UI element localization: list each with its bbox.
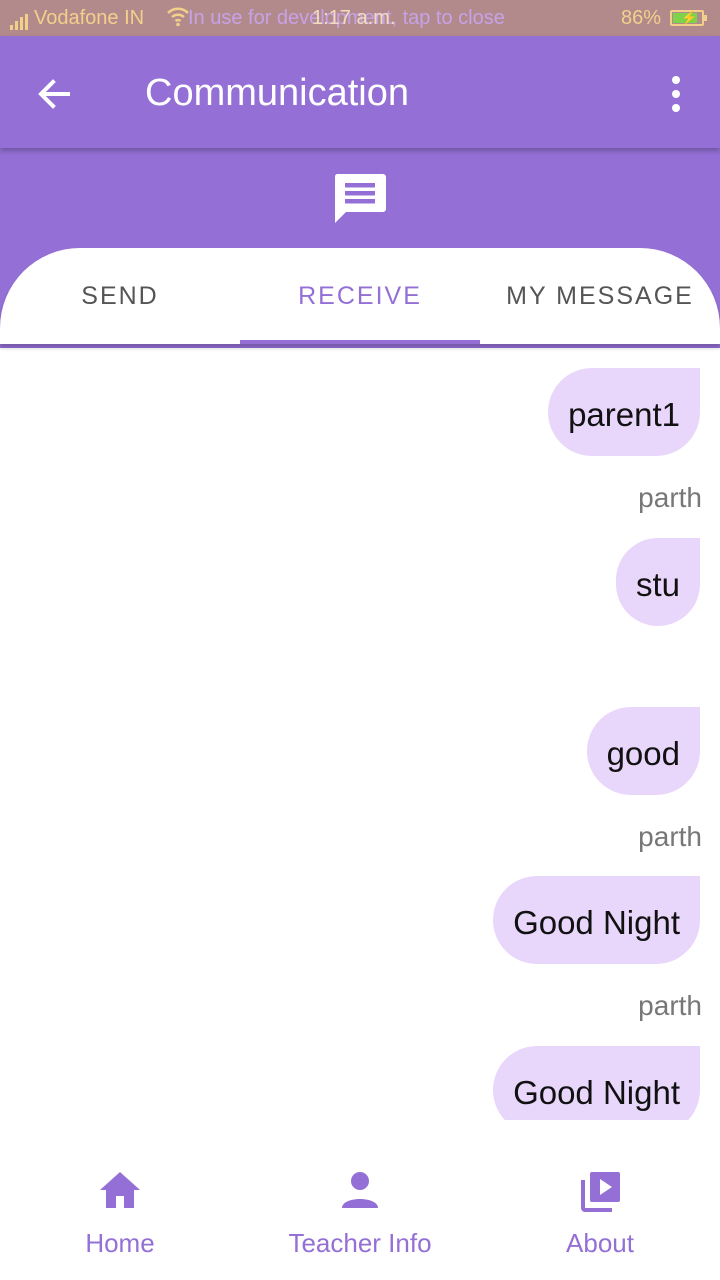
carrier-info: Vodafone IN: [10, 7, 144, 30]
home-icon: [100, 1172, 140, 1208]
tab-bar: SEND RECEIVE MY MESSAGE: [0, 248, 720, 344]
more-vert-icon[interactable]: [664, 72, 688, 116]
signal-icon: [10, 14, 28, 30]
active-tab-indicator: [240, 340, 480, 344]
status-bar: Vodafone IN In use for development, tap …: [0, 0, 720, 36]
nav-teacher-info-label: Teacher Info: [288, 1228, 432, 1258]
wifi-icon: [167, 7, 189, 27]
battery-percent: 86%: [621, 7, 662, 29]
tab-receive[interactable]: RECEIVE: [240, 282, 480, 311]
carrier-name: Vodafone IN: [34, 7, 145, 29]
message-bubble[interactable]: Good Night: [493, 876, 700, 964]
battery-icon: ⚡: [670, 10, 707, 26]
message-bubble[interactable]: parent1: [548, 368, 700, 456]
nav-home-label: Home: [85, 1228, 155, 1258]
message-bubble[interactable]: stu: [615, 538, 700, 626]
nav-about-label: About: [566, 1228, 634, 1258]
person-icon: [342, 1172, 378, 1208]
arrow-back-icon[interactable]: [34, 74, 74, 114]
message-bubble[interactable]: good: [586, 707, 700, 795]
message-bubble[interactable]: Good Night: [493, 1046, 700, 1120]
message-icon: [334, 174, 386, 223]
bottom-nav: Home Teacher Info About: [0, 1120, 720, 1280]
app-bar: Communication: [0, 36, 720, 148]
message-sender: parth: [638, 990, 702, 1021]
page-title: Communication: [145, 72, 409, 114]
message-list[interactable]: parent1 parth stu good parth Good Night …: [0, 344, 720, 1120]
status-time: 1:17 a.m.: [312, 7, 396, 29]
message-sender: parth: [638, 482, 702, 513]
tab-send[interactable]: SEND: [0, 282, 240, 311]
tab-my-message[interactable]: MY MESSAGE: [480, 282, 720, 311]
video-library-icon: [581, 1172, 620, 1212]
message-sender: parth: [638, 821, 702, 852]
